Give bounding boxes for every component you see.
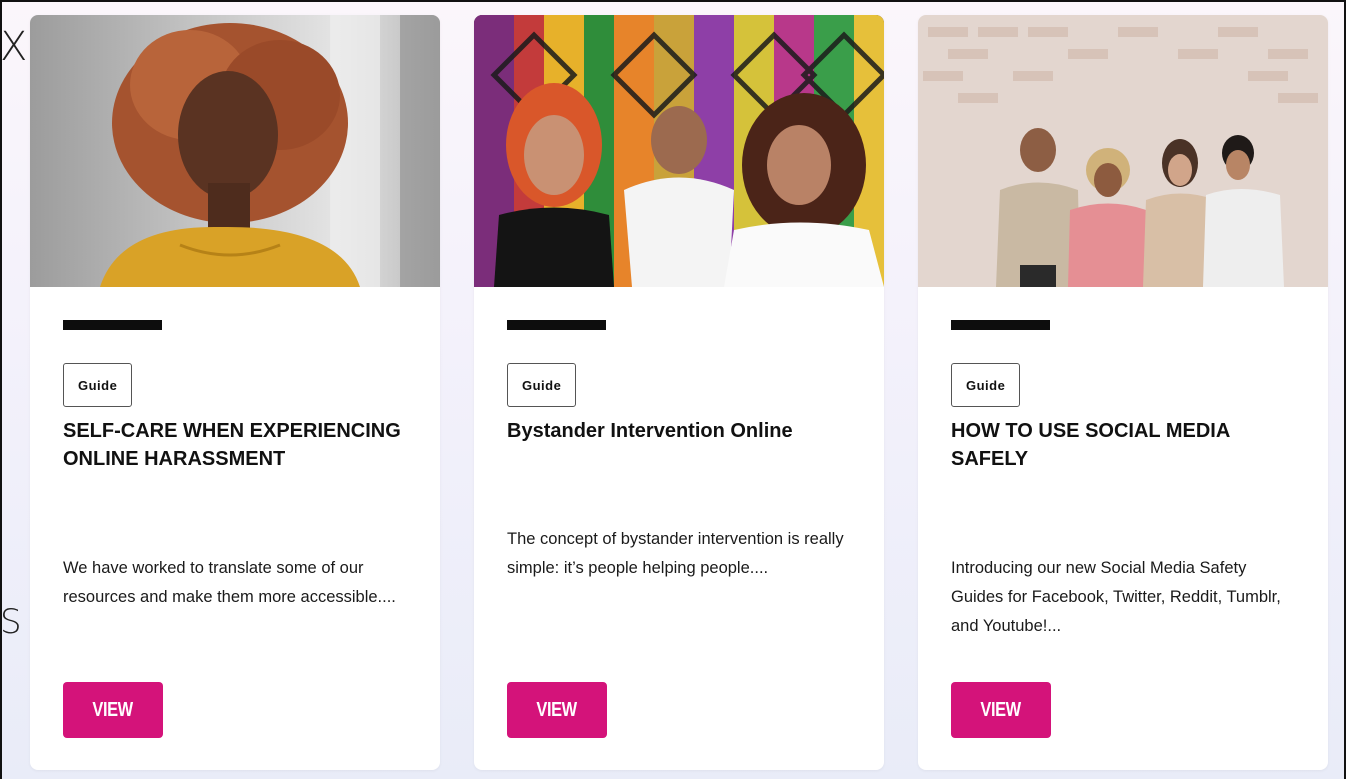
group-photo[interactable] — [918, 15, 1328, 287]
cut-off-heading-glyph: S — [0, 602, 22, 642]
portrait-photo[interactable] — [30, 15, 440, 287]
page-viewport: X S Guide SELF-CARE WHEN EXPERIENCING ON… — [0, 0, 1346, 779]
card-title[interactable]: SELF-CARE WHEN EXPERIENCING ONLINE HARAS… — [63, 417, 423, 473]
resource-card: Guide Bystander Intervention Online The … — [474, 15, 884, 770]
category-tag: Guide — [951, 363, 1021, 407]
card-title[interactable]: Bystander Intervention Online — [507, 417, 867, 445]
category-tag: Guide — [63, 363, 133, 407]
card-description: Introducing our new Social Media Safety … — [951, 559, 1281, 635]
category-tag: Guide — [507, 363, 577, 407]
card-description: The concept of bystander intervention is… — [507, 530, 844, 577]
view-button[interactable]: VIEW — [951, 682, 1051, 738]
cut-off-heading-glyph: X — [0, 24, 28, 70]
view-button[interactable]: VIEW — [63, 682, 163, 738]
group-photo[interactable] — [474, 15, 884, 287]
view-button-label: VIEW — [536, 698, 578, 721]
accent-bar — [951, 320, 1050, 330]
accent-bar — [507, 320, 606, 330]
view-button[interactable]: VIEW — [507, 682, 607, 738]
card-description: We have worked to translate some of our … — [63, 559, 396, 606]
view-button-label: VIEW — [980, 698, 1022, 721]
card-title[interactable]: HOW TO USE SOCIAL MEDIA SAFELY — [951, 417, 1311, 473]
accent-bar — [63, 320, 162, 330]
view-button-label: VIEW — [92, 698, 134, 721]
resource-card: Guide SELF-CARE WHEN EXPERIENCING ONLINE… — [30, 15, 440, 770]
resource-card: Guide HOW TO USE SOCIAL MEDIA SAFELY Int… — [918, 15, 1328, 770]
